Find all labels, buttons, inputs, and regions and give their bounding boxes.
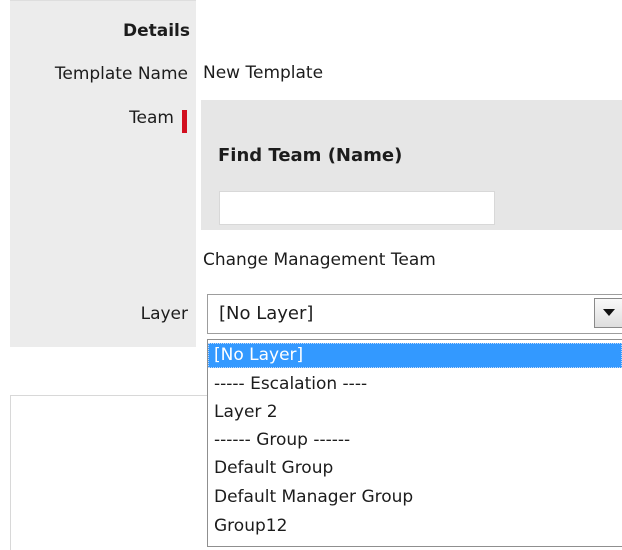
team-label: Team: [129, 108, 174, 128]
layer-dropdown-list[interactable]: [No Layer] ----- Escalation ---- Layer 2…: [207, 339, 622, 547]
dropdown-option-group-header[interactable]: ------ Group ------: [208, 428, 622, 453]
required-marker: [182, 110, 187, 133]
find-team-title: Find Team (Name): [218, 145, 403, 166]
template-name-value: New Template: [203, 63, 324, 83]
template-name-label: Template Name: [54, 64, 188, 84]
chevron-down-icon: [603, 309, 615, 316]
dropdown-option-layer-2[interactable]: Layer 2: [208, 400, 622, 425]
layer-label: Layer: [140, 304, 188, 324]
dropdown-option-group12[interactable]: Group12: [208, 514, 622, 539]
label-column: Details Template Name Team Layer: [10, 0, 196, 347]
dropdown-option-escalation-header[interactable]: ----- Escalation ----: [208, 372, 622, 397]
dropdown-option-no-layer[interactable]: [No Layer]: [208, 343, 622, 368]
section-title: Details: [122, 21, 190, 41]
layer-select-value[interactable]: [No Layer]: [219, 303, 313, 324]
dropdown-option-default-group[interactable]: Default Group: [208, 456, 622, 481]
layer-select-toggle[interactable]: [594, 298, 622, 328]
divider-vertical: [10, 395, 11, 550]
divider: [10, 395, 208, 396]
find-team-input[interactable]: [219, 191, 495, 225]
dropdown-option-default-manager-group[interactable]: Default Manager Group: [208, 485, 622, 510]
team-value: Change Management Team: [203, 250, 436, 270]
